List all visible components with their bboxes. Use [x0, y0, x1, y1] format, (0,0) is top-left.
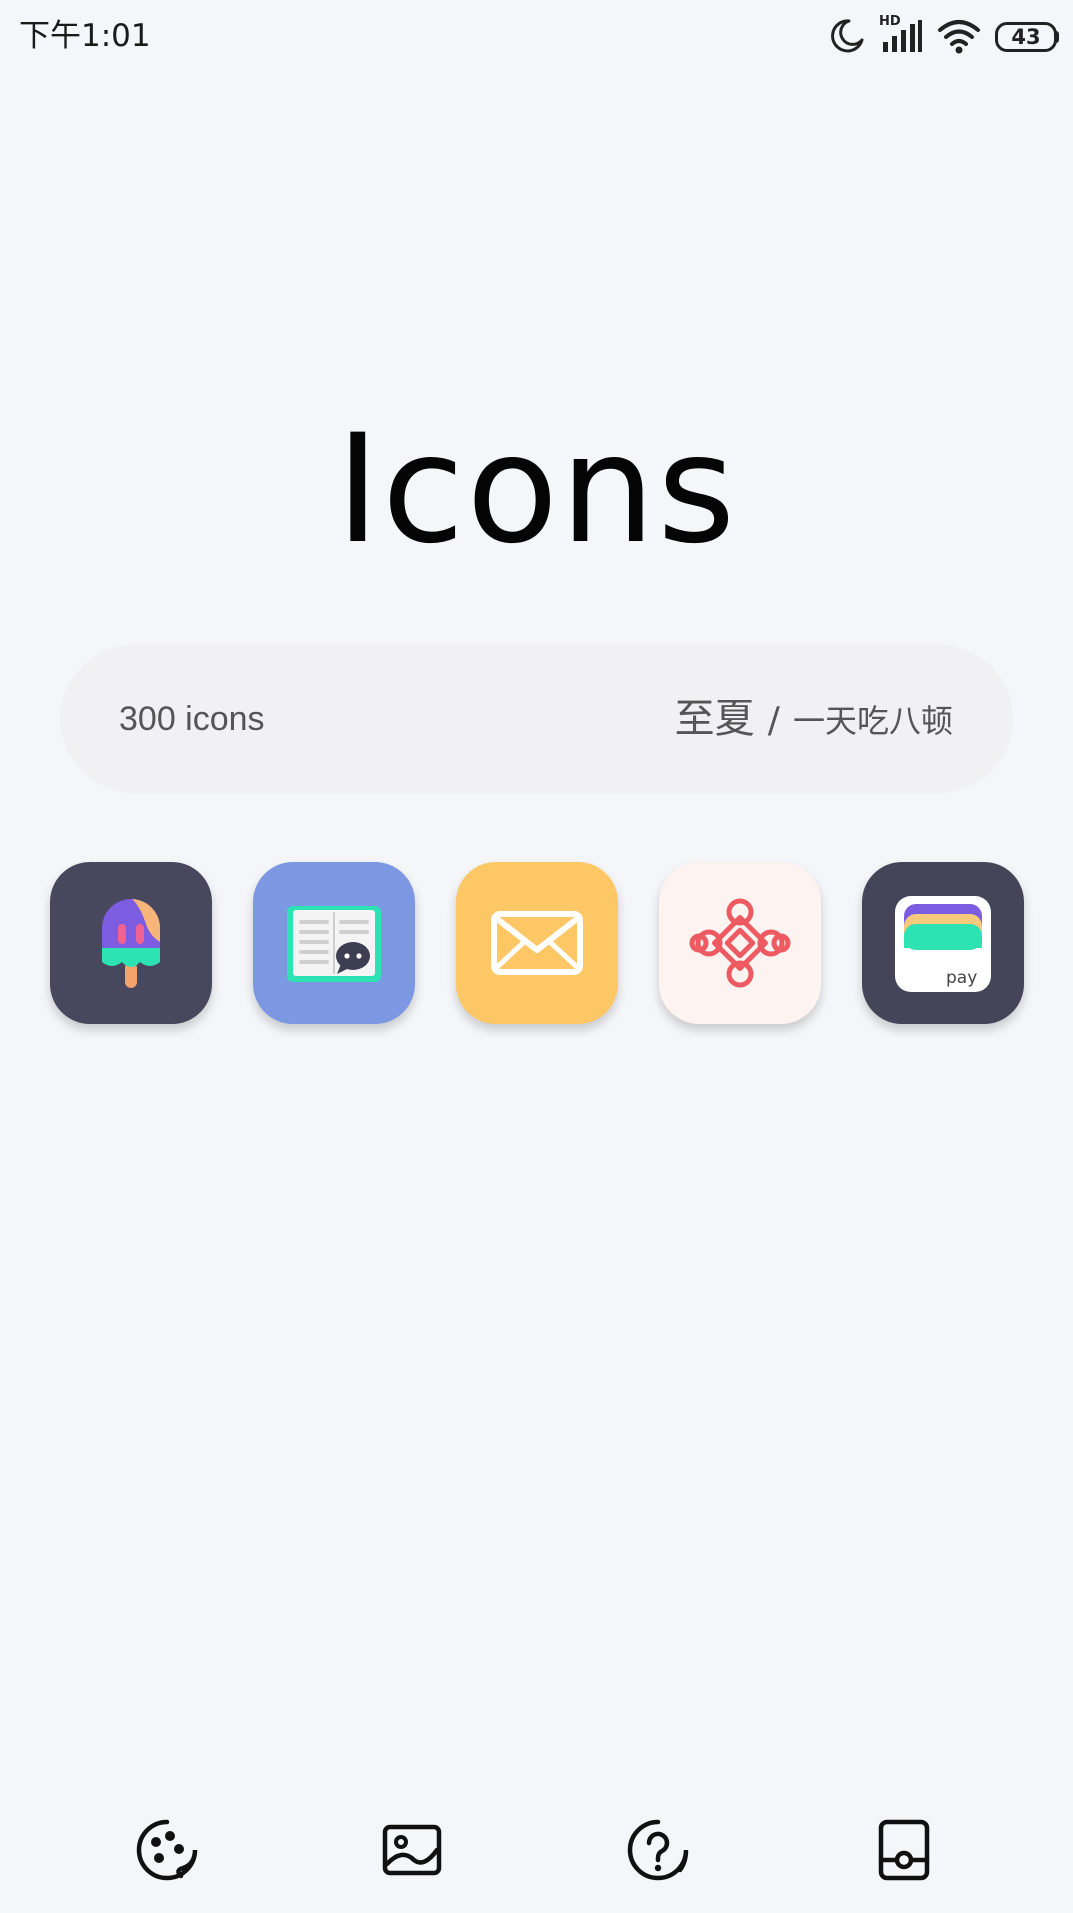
- icon-pack-tab[interactable]: [127, 1810, 207, 1890]
- palette-icon: [136, 1819, 198, 1881]
- wallpaper-tab[interactable]: [372, 1810, 452, 1890]
- book-chat-icon: [287, 906, 381, 982]
- help-tab[interactable]: [618, 1810, 698, 1890]
- card-icon: [878, 1819, 930, 1881]
- info-pill: 300 icons 至夏 / 一天吃八顿: [60, 645, 1013, 793]
- wifi-icon: [937, 18, 981, 54]
- popsicle-icon: [102, 899, 160, 988]
- battery-level: 43: [1011, 25, 1041, 49]
- preview-icon-row: pay: [50, 862, 1024, 1024]
- author-primary: 至夏: [674, 696, 755, 742]
- mail-app-icon[interactable]: [456, 862, 618, 1024]
- icon-count: 300 icons: [119, 700, 265, 738]
- battery-icon: 43: [995, 22, 1059, 52]
- bottom-nav: [0, 1810, 1073, 1890]
- mail-icon: [491, 911, 583, 975]
- moon-icon: [829, 18, 865, 54]
- status-bar: 下午1:01 HD 43: [0, 0, 1073, 72]
- wallet-icon: [895, 896, 991, 992]
- author-credits: 至夏 / 一天吃八顿: [675, 645, 953, 801]
- status-icons: HD 43: [829, 14, 1059, 56]
- popsicle-app-icon[interactable]: [50, 862, 212, 1024]
- book-chat-app-icon[interactable]: [253, 862, 415, 1024]
- app-logo: Icons: [335, 403, 738, 577]
- unicom-knot-icon: [689, 898, 791, 988]
- wallet-pay-app-icon[interactable]: pay: [862, 862, 1024, 1024]
- image-icon: [382, 1824, 442, 1876]
- status-time: 下午1:01: [19, 18, 151, 54]
- china-unicom-app-icon[interactable]: [659, 862, 821, 1024]
- credit-separator: /: [767, 700, 780, 741]
- pay-label: pay: [946, 968, 978, 988]
- signal-icon: HD: [879, 14, 923, 54]
- help-icon: [627, 1819, 689, 1881]
- apply-tab[interactable]: [864, 1810, 944, 1890]
- network-label: HD: [879, 14, 901, 29]
- author-secondary: 一天吃八顿: [792, 702, 953, 740]
